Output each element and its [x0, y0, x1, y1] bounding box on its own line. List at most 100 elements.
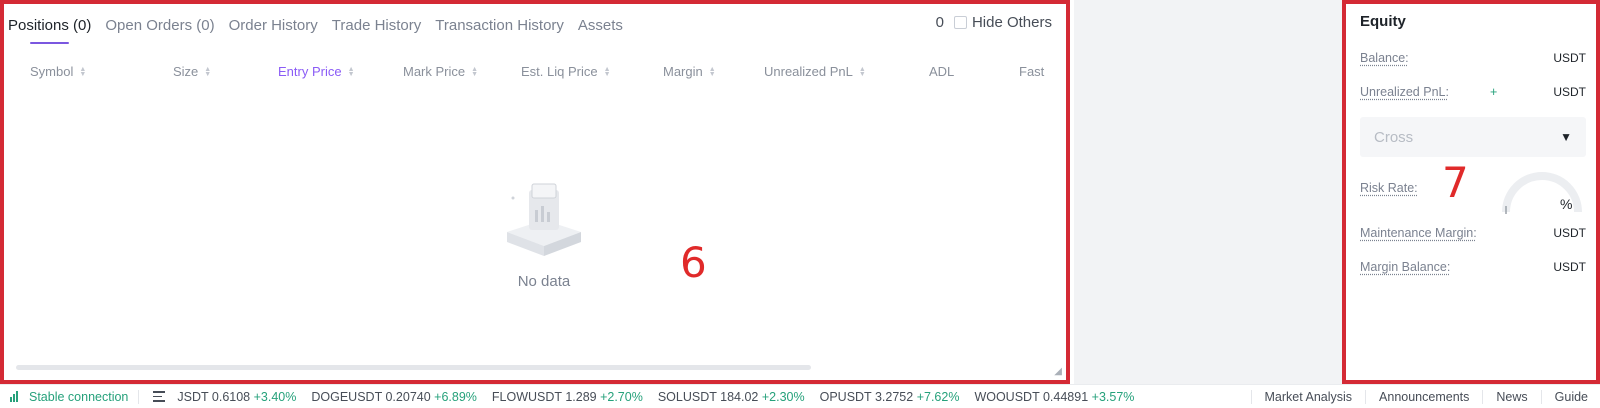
margin-mode-value: Cross — [1374, 128, 1414, 146]
empty-box-icon — [507, 183, 581, 256]
divider — [138, 389, 140, 404]
ticker-price: 0.6108 — [211, 389, 251, 404]
ticker-symbol: FLOWUSDT — [491, 389, 562, 404]
column-size[interactable]: Size ▲ ▼ — [173, 64, 211, 79]
column-adl: ADL — [929, 64, 955, 79]
gutter — [1074, 0, 1342, 384]
hide-others-label[interactable]: Hide Others — [972, 14, 1052, 31]
ticker-change: +3.40% — [253, 389, 297, 404]
link-guide[interactable]: Guide — [1555, 390, 1588, 404]
sort-icon: ▲ ▼ — [471, 65, 479, 78]
maintenance-margin-unit: USDT — [1553, 226, 1586, 240]
unrealized-pnl-sign: + — [1490, 85, 1498, 99]
margin-mode-select[interactable]: Cross ▼ — [1360, 117, 1586, 157]
sort-icon: ▲ ▼ — [79, 65, 87, 78]
equity-title: Equity — [1360, 13, 1406, 30]
hide-others-checkbox[interactable] — [953, 16, 967, 29]
empty-state: No data — [484, 176, 604, 290]
tab-order-history[interactable]: Order History — [229, 17, 318, 34]
ticker-symbol: OPUSDT — [819, 389, 872, 404]
unrealized-pnl-row: Unrealized PnL: + USDT — [1360, 85, 1586, 99]
status-bar: Stable connection JSDT 0.6108 +3.40% DOG… — [0, 384, 1600, 408]
balance-unit: USDT — [1553, 51, 1586, 65]
sort-icon: ▲ ▼ — [858, 65, 866, 78]
balance-label[interactable]: Balance: — [1360, 51, 1409, 65]
risk-rate-label[interactable]: Risk Rate: — [1360, 181, 1418, 195]
divider — [1540, 389, 1542, 404]
tab-positions[interactable]: Positions (0) — [8, 17, 91, 44]
ticker-change: +2.30% — [761, 389, 805, 404]
ticker-symbol: DOGEUSDT — [311, 389, 382, 404]
column-label: Symbol — [30, 64, 74, 79]
margin-balance-unit: USDT — [1553, 260, 1586, 274]
column-entry-price[interactable]: Entry Price ▲ ▼ — [278, 64, 355, 79]
connection-status: Stable connection — [10, 390, 128, 404]
no-data-text: No data — [517, 273, 571, 290]
chevron-down-icon: ▼ — [1560, 130, 1572, 144]
sort-icon: ▲ ▼ — [603, 65, 611, 78]
link-market-analysis[interactable]: Market Analysis — [1265, 390, 1353, 404]
unrealized-pnl-label[interactable]: Unrealized PnL: — [1360, 85, 1449, 99]
column-fast: Fast — [1019, 64, 1045, 79]
column-unrealized-pnl[interactable]: Unrealized PnL ▲ ▼ — [764, 64, 866, 79]
ticker-item[interactable]: WOOUSDT 0.44891 +3.57% — [974, 390, 1134, 404]
ticker-price: 0.20740 — [385, 389, 431, 404]
margin-balance-label[interactable]: Margin Balance: — [1360, 260, 1450, 274]
column-label: Margin — [663, 64, 703, 79]
menu-icon[interactable] — [153, 390, 166, 404]
sort-icon: ▲ ▼ — [708, 65, 716, 78]
annotation-number-6: 6 — [680, 238, 707, 287]
risk-rate-unit: % — [1560, 196, 1573, 212]
hide-others-control: 0 Hide Others — [936, 14, 1052, 31]
column-label: Mark Price — [403, 64, 466, 79]
sort-icon: ▲ ▼ — [204, 65, 212, 78]
ticker-symbol: WOOUSDT — [974, 389, 1040, 404]
link-news[interactable]: News — [1496, 390, 1527, 404]
positions-panel: Positions (0) Open Orders (0) Order Hist… — [0, 0, 1070, 384]
ticker-item[interactable]: FLOWUSDT 1.289 +2.70% — [492, 390, 643, 404]
ticker-item[interactable]: JSDT 0.6108 +3.40% — [177, 390, 296, 404]
footer-links: Market Analysis Announcements News Guide — [1238, 389, 1600, 404]
ticker-change: +6.89% — [434, 389, 477, 404]
ticker-symbol: SOLUSDT — [657, 389, 717, 404]
resize-handle-icon[interactable]: ◢ — [1054, 366, 1062, 377]
column-mark-price[interactable]: Mark Price ▲ ▼ — [403, 64, 478, 79]
column-label: Est. Liq Price — [521, 64, 598, 79]
ticker-change: +7.62% — [916, 389, 960, 404]
ticker-price: 3.2752 — [874, 389, 914, 404]
maintenance-margin-label[interactable]: Maintenance Margin: — [1360, 226, 1477, 240]
column-symbol[interactable]: Symbol ▲ ▼ — [30, 64, 86, 79]
maintenance-margin-row: Maintenance Margin: USDT — [1360, 226, 1586, 240]
tab-transaction-history[interactable]: Transaction History — [435, 17, 564, 34]
balance-row: Balance: USDT — [1360, 51, 1586, 65]
tab-trade-history[interactable]: Trade History — [332, 17, 421, 34]
position-count: 0 — [935, 14, 944, 31]
connection-label: Stable connection — [29, 389, 129, 404]
ticker-price: 184.02 — [720, 389, 759, 404]
ticker-price: 0.44891 — [1042, 389, 1089, 404]
divider — [1482, 389, 1484, 404]
ticker-item[interactable]: DOGEUSDT 0.20740 +6.89% — [311, 390, 477, 404]
ticker-item[interactable]: OPUSDT 3.2752 +7.62% — [820, 390, 960, 404]
column-est-liq-price[interactable]: Est. Liq Price ▲ ▼ — [521, 64, 611, 79]
ticker-symbol: JSDT — [177, 389, 209, 404]
margin-balance-row: Margin Balance: USDT — [1360, 260, 1586, 274]
tab-open-orders[interactable]: Open Orders (0) — [105, 17, 214, 34]
column-label: Entry Price — [278, 64, 342, 79]
column-label: Size — [173, 64, 199, 79]
tab-assets[interactable]: Assets — [578, 17, 623, 34]
ticker-change: +3.57% — [1091, 389, 1135, 404]
ticker-item[interactable]: SOLUSDT 184.02 +2.30% — [658, 390, 805, 404]
sort-icon: ▲ ▼ — [347, 65, 355, 78]
signal-icon — [10, 391, 19, 402]
annotation-number-7: 7 — [1442, 158, 1469, 207]
risk-gauge-icon — [1502, 172, 1582, 214]
unrealized-pnl-unit: USDT — [1553, 85, 1586, 99]
link-announcements[interactable]: Announcements — [1379, 390, 1469, 404]
column-margin[interactable]: Margin ▲ ▼ — [663, 64, 716, 79]
trading-page: Positions (0) Open Orders (0) Order Hist… — [0, 0, 1600, 408]
equity-panel: Equity Balance: USDT Unrealized PnL: + U… — [1342, 0, 1600, 384]
ticker-price: 1.289 — [565, 389, 597, 404]
table-header: Symbol ▲ ▼ Size ▲ ▼ Entry Price ▲ ▼ Mark Price… — [4, 64, 1066, 84]
horizontal-scrollbar[interactable] — [16, 365, 811, 370]
